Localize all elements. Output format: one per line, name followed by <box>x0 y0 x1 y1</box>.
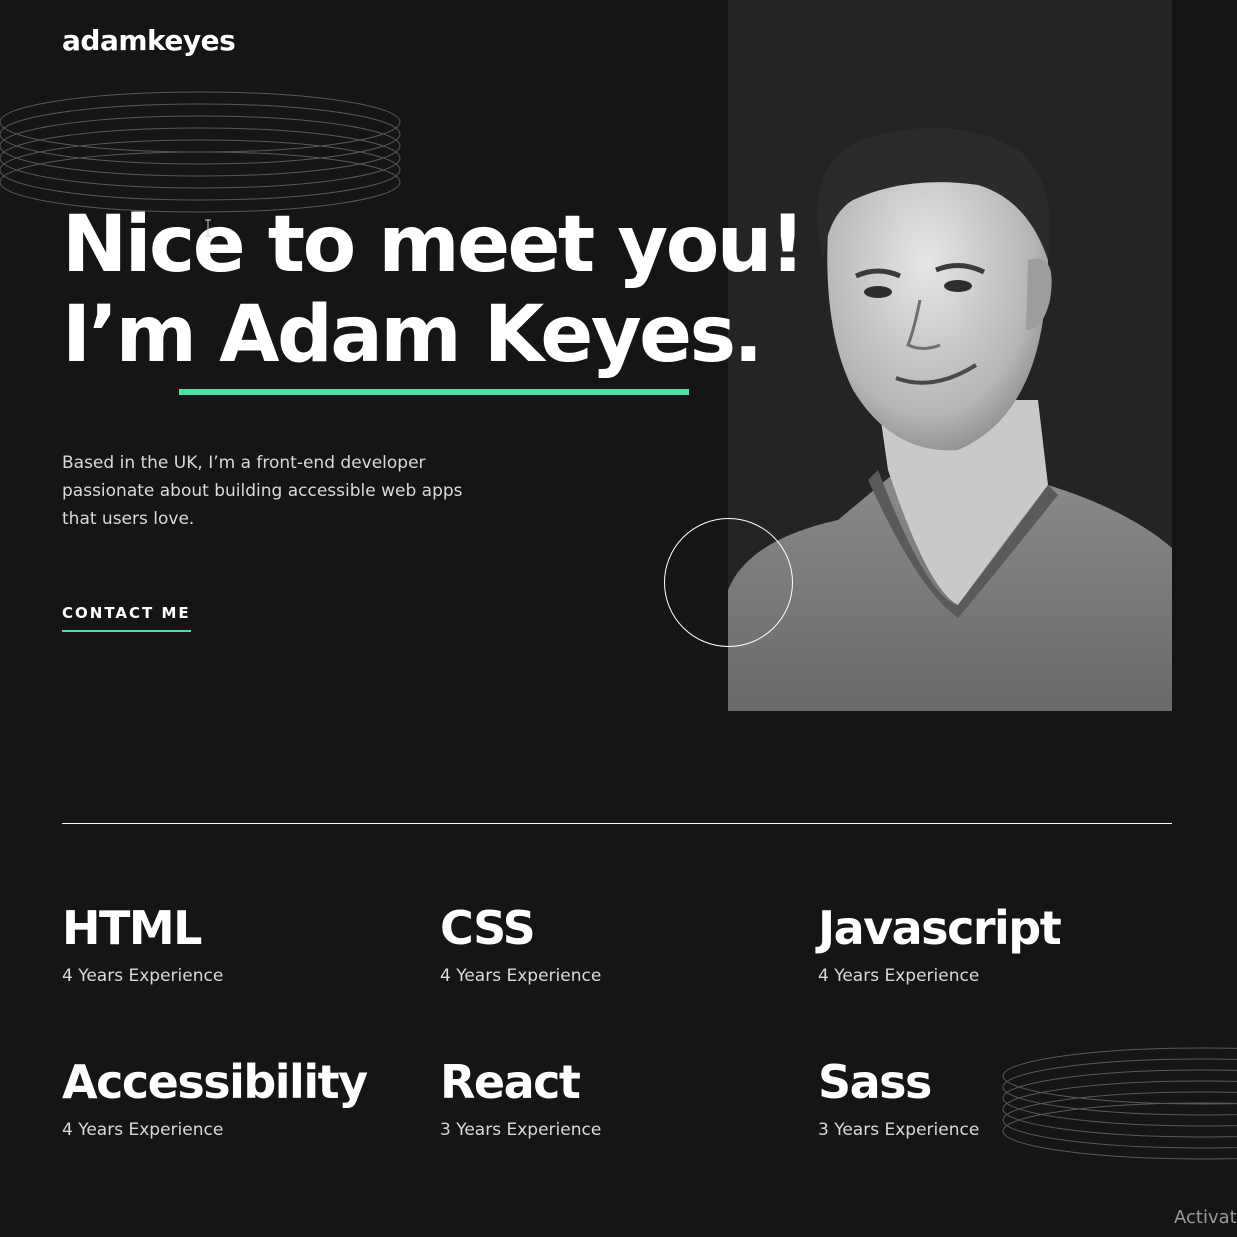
skill-item-css: CSS 4 Years Experience <box>440 898 601 986</box>
skill-experience: 4 Years Experience <box>62 966 224 986</box>
skill-experience: 3 Years Experience <box>440 1120 602 1140</box>
activate-watermark: Activate <box>1174 1207 1237 1228</box>
hero-title: Nice to meet you! I’m Adam Keyes. <box>62 200 805 380</box>
skill-experience: 4 Years Experience <box>62 1120 224 1140</box>
name-underline-accent <box>179 389 689 395</box>
hero-title-line-1: Nice to meet you! <box>62 200 805 290</box>
skill-item-accessibility: Accessibility 4 Years Experience <box>62 1052 368 1140</box>
rings-decoration-bottom <box>1002 1047 1237 1160</box>
skill-name: Sass <box>818 1055 932 1109</box>
skill-experience: 4 Years Experience <box>440 966 602 986</box>
skill-item-javascript: Javascript 4 Years Experience <box>818 898 1062 986</box>
site-logo[interactable]: adamkeyes <box>62 24 236 57</box>
hero-title-line-2: I’m Adam Keyes. <box>62 290 763 380</box>
section-divider <box>62 823 1172 824</box>
contact-me-button[interactable]: CONTACT ME <box>62 604 191 632</box>
skill-name: Javascript <box>818 901 1062 955</box>
circle-decoration <box>664 518 793 647</box>
skill-name: HTML <box>62 901 202 955</box>
skill-name: CSS <box>440 901 536 955</box>
hero-description: Based in the UK, I’m a front-end develop… <box>62 453 463 529</box>
skill-experience: 3 Years Experience <box>818 1120 980 1140</box>
skill-item-sass: Sass 3 Years Experience <box>818 1052 979 1140</box>
portfolio-page: adamkeyes Nice to meet you! I’m Adam Key… <box>0 0 1237 1237</box>
rings-decoration <box>0 91 401 213</box>
skill-item-react: React 3 Years Experience <box>440 1052 601 1140</box>
skill-item-html: HTML 4 Years Experience <box>62 898 223 986</box>
text-cursor-icon <box>205 219 211 237</box>
skill-experience: 4 Years Experience <box>818 966 980 986</box>
skill-name: React <box>440 1055 581 1109</box>
skill-name: Accessibility <box>62 1055 368 1109</box>
